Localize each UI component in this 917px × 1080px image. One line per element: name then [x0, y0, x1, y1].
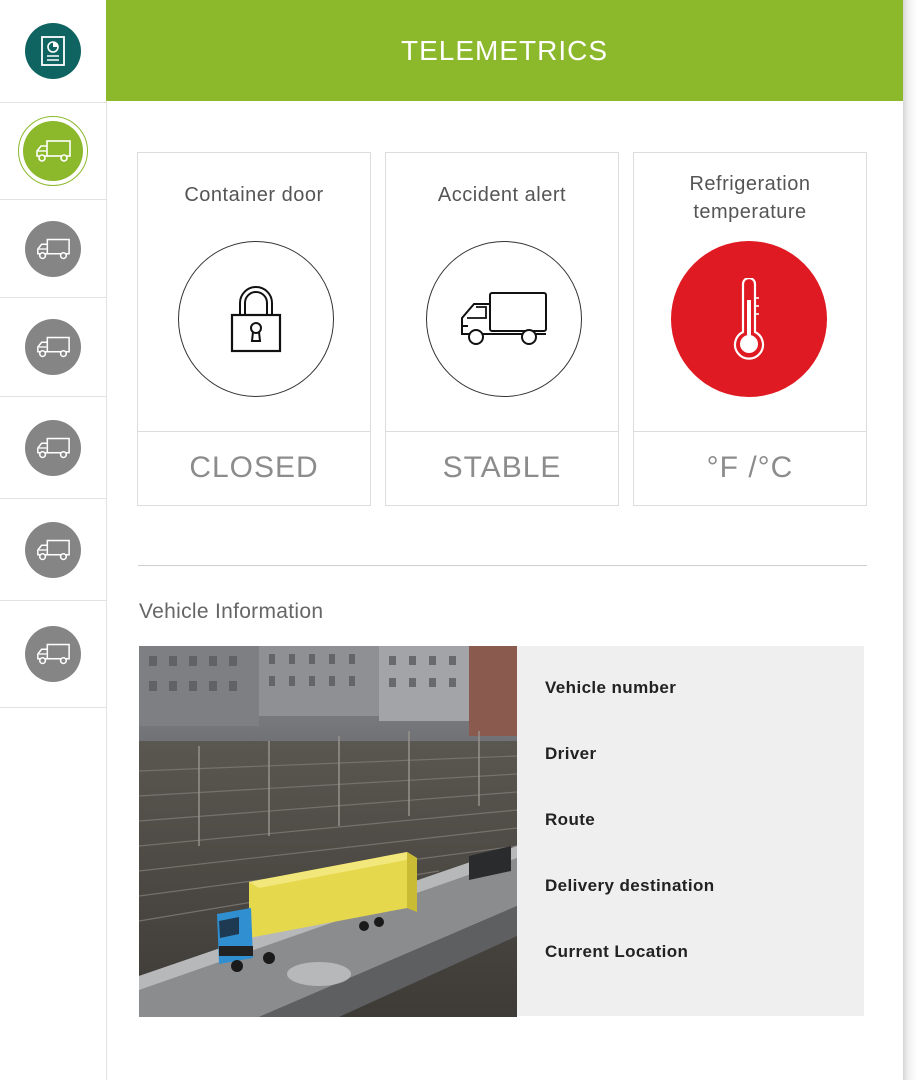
- card-divider: [386, 431, 618, 432]
- field-route: Route: [545, 810, 596, 829]
- truck-button[interactable]: [25, 419, 81, 476]
- active-ring: [18, 116, 88, 186]
- status-circle: [178, 241, 334, 397]
- truck-button-active[interactable]: [23, 121, 83, 181]
- card-label: Accident alert: [437, 184, 567, 206]
- padlock-icon: [230, 286, 282, 353]
- sidebar-item-report[interactable]: [0, 0, 106, 103]
- field-vehicle-number: Vehicle number: [545, 678, 677, 697]
- truck-icon: [37, 238, 70, 259]
- truck-icon: [37, 437, 70, 458]
- truck-button[interactable]: [25, 220, 81, 277]
- sidebar-item-truck-5[interactable]: [0, 499, 106, 601]
- card-label: Container door: [184, 184, 324, 206]
- report-icon: [41, 36, 65, 66]
- status-value: CLOSED: [189, 451, 319, 484]
- sidebar-item-truck-4[interactable]: [0, 397, 106, 499]
- panel-shadow: [903, 0, 917, 1080]
- status-value: °F /°C: [706, 451, 794, 484]
- thermometer-icon: [733, 278, 765, 360]
- section-title: Vehicle Information: [139, 600, 324, 623]
- sidebar-item-truck-2[interactable]: [0, 200, 106, 298]
- card-refrigeration-temperature: Refrigeration temperature °F /°C: [633, 152, 867, 506]
- card-divider: [634, 431, 866, 432]
- report-button[interactable]: [25, 23, 81, 79]
- vehicle-info-panel: Vehicle number Driver Route Delivery des…: [517, 646, 864, 1016]
- header-bar: TELEMETRICS: [106, 0, 903, 101]
- card-label-line-2: temperature: [693, 201, 807, 223]
- truck-icon: [37, 643, 70, 665]
- page-title: TELEMETRICS: [400, 34, 609, 66]
- status-value: STABLE: [442, 451, 562, 484]
- vehicle-photo: [139, 646, 517, 1017]
- truck-button[interactable]: [25, 319, 81, 375]
- field-delivery-destination: Delivery destination: [545, 876, 715, 895]
- field-current-location: Current Location: [545, 942, 689, 961]
- vehicle-photo-image: [139, 646, 517, 1017]
- truck-icon: [37, 336, 70, 358]
- truck-icon: [37, 539, 70, 560]
- sidebar: [0, 0, 107, 1080]
- sidebar-item-truck-3[interactable]: [0, 298, 106, 397]
- truck-icon: [461, 292, 547, 345]
- card-divider: [138, 431, 370, 432]
- section-divider: [138, 565, 867, 566]
- status-circle: [426, 241, 582, 397]
- card-accident-alert: Accident alert STABLE: [385, 152, 619, 506]
- sidebar-item-truck-6[interactable]: [0, 601, 106, 708]
- truck-icon: [36, 140, 71, 162]
- sidebar-item-truck-1[interactable]: [0, 103, 106, 200]
- card-container-door: Container door CLOSED: [137, 152, 371, 506]
- truck-button[interactable]: [25, 626, 81, 682]
- status-circle-alert: [671, 241, 827, 397]
- card-label-line-1: Refrigeration: [689, 173, 811, 195]
- field-driver: Driver: [545, 744, 597, 763]
- truck-button[interactable]: [25, 521, 81, 578]
